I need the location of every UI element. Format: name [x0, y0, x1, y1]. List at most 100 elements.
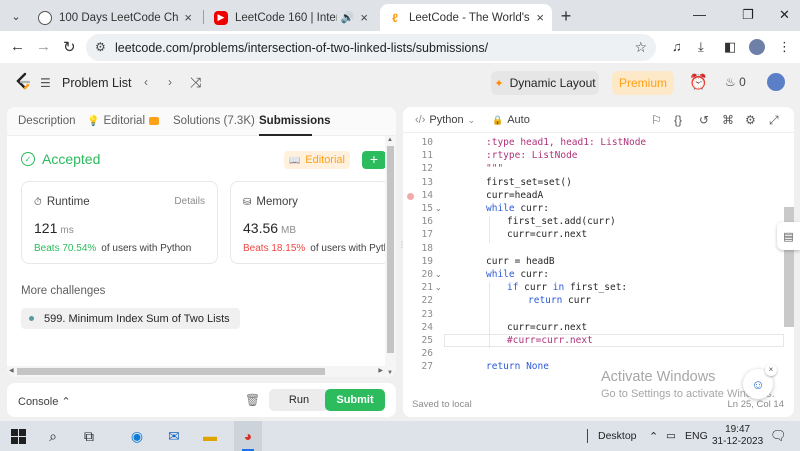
- notification-icon[interactable]: 🗨: [770, 428, 787, 444]
- code-line[interactable]: return None: [486, 361, 549, 372]
- media-controls-icon[interactable]: ♫: [672, 39, 682, 54]
- notes-document-icon[interactable]: ▤: [777, 222, 800, 250]
- streak-counter[interactable]: ♨ 0: [725, 75, 746, 89]
- trash-icon[interactable]: 🗑: [245, 393, 260, 407]
- minimize-icon[interactable]: —: [693, 7, 706, 22]
- code-line[interactable]: while curr:: [486, 269, 549, 280]
- url-text[interactable]: leetcode.com/problems/intersection-of-tw…: [115, 41, 488, 55]
- runtime-details-link[interactable]: Details: [174, 196, 205, 207]
- scroll-thumb[interactable]: [17, 368, 325, 375]
- challenge-link[interactable]: 599. Minimum Index Sum of Two Lists: [21, 308, 240, 329]
- next-problem-chevron-icon[interactable]: ›: [160, 73, 180, 93]
- code-line[interactable]: :type head1, head1: ListNode: [486, 137, 646, 148]
- code-line[interactable]: #curr=curr.next: [507, 335, 593, 346]
- tab-submissions[interactable]: Submissions: [259, 115, 331, 127]
- windows-start-icon[interactable]: [9, 427, 27, 445]
- browser-tab-1[interactable]: 100 Days LeetCode Challenge - ×: [30, 4, 200, 31]
- mail-icon[interactable]: ✉: [165, 427, 183, 445]
- edge-browser-icon[interactable]: ◉: [128, 427, 146, 445]
- site-info-icon[interactable]: ⚙: [95, 40, 106, 54]
- tab-search-chevron-icon[interactable]: ⌄: [6, 6, 26, 26]
- editorial-button[interactable]: 📖 Editorial: [284, 151, 350, 169]
- add-note-plus-button[interactable]: +: [362, 151, 386, 169]
- submit-button[interactable]: Submit: [325, 389, 385, 411]
- memory-unit: MB: [281, 225, 297, 236]
- forward-arrow-icon[interactable]: →: [36, 38, 51, 55]
- language-selector[interactable]: ‹/› Python ⌄: [415, 114, 475, 126]
- more-menu-icon[interactable]: ⋮: [778, 39, 791, 55]
- language-indicator[interactable]: ENG: [685, 430, 708, 442]
- bookmark-star-icon[interactable]: ☆: [634, 39, 647, 56]
- profile-avatar-icon[interactable]: [749, 39, 765, 55]
- bookmark-icon[interactable]: ⚐: [651, 113, 662, 127]
- search-icon[interactable]: ⌕: [44, 427, 62, 445]
- settings-gear-icon[interactable]: ⚙: [745, 113, 756, 127]
- shuffle-icon[interactable]: ⤨: [190, 74, 201, 91]
- console-toggle[interactable]: Console ⌃: [18, 395, 71, 408]
- reset-code-icon[interactable]: ↺: [699, 113, 709, 127]
- scroll-down-arrow-icon[interactable]: ▼: [387, 370, 393, 376]
- tab-solutions[interactable]: Solutions (7.3K): [173, 115, 255, 127]
- code-line[interactable]: if curr in first_set:: [507, 282, 627, 293]
- maximize-icon[interactable]: ❐: [742, 7, 754, 23]
- address-bar[interactable]: ⚙ leetcode.com/problems/intersection-of-…: [86, 34, 656, 61]
- download-icon[interactable]: ⤓: [698, 39, 704, 55]
- windows-taskbar: ⌕ ⧉ ◉ ✉ ▬ ◕ Desktop ⌃ ▭ ENG 19:47 31-12-…: [0, 421, 800, 451]
- side-panel-icon[interactable]: ◧: [724, 39, 736, 55]
- list-icon[interactable]: ☰: [40, 76, 51, 90]
- close-tab-icon[interactable]: ×: [184, 10, 192, 25]
- reload-icon[interactable]: ↻: [63, 38, 76, 56]
- tab-description[interactable]: Description: [18, 115, 76, 127]
- timer-clock-icon[interactable]: ⏰: [689, 73, 708, 91]
- tab-editorial[interactable]: 💡 Editorial: [87, 115, 160, 127]
- user-avatar[interactable]: [767, 73, 785, 91]
- code-line[interactable]: first_set.add(curr): [507, 216, 616, 227]
- shortcuts-command-icon[interactable]: ⌘: [722, 113, 734, 127]
- tray-chevron-up-icon[interactable]: ⌃: [649, 430, 658, 443]
- premium-button[interactable]: Premium: [612, 71, 674, 95]
- format-braces-icon[interactable]: {}: [674, 113, 682, 127]
- code-line[interactable]: first_set=set(): [486, 177, 572, 188]
- code-line[interactable]: curr=curr.next: [507, 229, 587, 240]
- code-line[interactable]: """: [486, 163, 503, 174]
- browser-tab-2[interactable]: ▶ LeetCode 160 | Intersection 🔊 ×: [206, 4, 376, 31]
- speaker-icon[interactable]: 🔊: [341, 11, 355, 24]
- back-arrow-icon[interactable]: ←: [10, 38, 25, 55]
- memory-card[interactable]: ⛁ Memory 43.56 MB Beats 18.15% of users wit…: [230, 181, 396, 264]
- taskbar-divider: [587, 429, 588, 443]
- code-line[interactable]: curr=curr.next: [507, 322, 587, 333]
- desktop-toolbar[interactable]: Desktop: [598, 430, 637, 442]
- close-help-icon[interactable]: ×: [765, 364, 777, 376]
- file-explorer-icon[interactable]: ▬: [201, 427, 219, 445]
- scroll-up-arrow-icon[interactable]: ▲: [387, 137, 393, 143]
- expand-fullscreen-icon[interactable]: ⤢: [769, 113, 779, 128]
- problem-list-link[interactable]: Problem List: [62, 76, 131, 90]
- browser-tab-3-active[interactable]: ℓ LeetCode - The World's Leading ×: [380, 4, 552, 31]
- tab-separator: [203, 10, 204, 24]
- left-horizontal-scrollbar[interactable]: ◀ ▶: [7, 366, 385, 377]
- scroll-left-arrow-icon[interactable]: ◀: [9, 367, 14, 374]
- close-window-icon[interactable]: ✕: [779, 7, 790, 23]
- code-area[interactable]: :type head1, head1: ListNode :rtype: List…: [403, 133, 794, 378]
- close-tab-icon[interactable]: ×: [360, 10, 368, 25]
- code-line[interactable]: return curr: [528, 295, 591, 306]
- system-clock[interactable]: 19:47 31-12-2023: [712, 424, 763, 448]
- network-icon[interactable]: ▭: [666, 430, 676, 442]
- chrome-taskbar-active[interactable]: ◕: [234, 421, 262, 451]
- scroll-thumb[interactable]: [387, 146, 394, 353]
- close-tab-icon[interactable]: ×: [536, 10, 544, 25]
- new-tab-plus-icon[interactable]: +: [556, 6, 576, 27]
- code-line[interactable]: while curr:: [486, 203, 549, 214]
- dynamic-layout-button[interactable]: ✦ Dynamic Layout: [491, 71, 599, 95]
- code-line[interactable]: curr=headA: [486, 190, 543, 201]
- leetcode-logo-icon[interactable]: [14, 72, 32, 92]
- prev-problem-chevron-icon[interactable]: ‹: [136, 73, 156, 93]
- auto-mode-selector[interactable]: 🔒 Auto: [492, 114, 530, 126]
- runtime-card[interactable]: ⏱ Runtime Details 121 ms Beats 70.54% of us…: [21, 181, 218, 264]
- scroll-right-arrow-icon[interactable]: ▶: [378, 367, 383, 374]
- run-button[interactable]: Run: [269, 389, 329, 411]
- task-view-icon[interactable]: ⧉: [80, 427, 98, 445]
- code-line[interactable]: :rtype: ListNode: [486, 150, 578, 161]
- left-vertical-scrollbar[interactable]: ▲ ▼: [385, 136, 396, 377]
- code-line[interactable]: curr = headB: [486, 256, 555, 267]
